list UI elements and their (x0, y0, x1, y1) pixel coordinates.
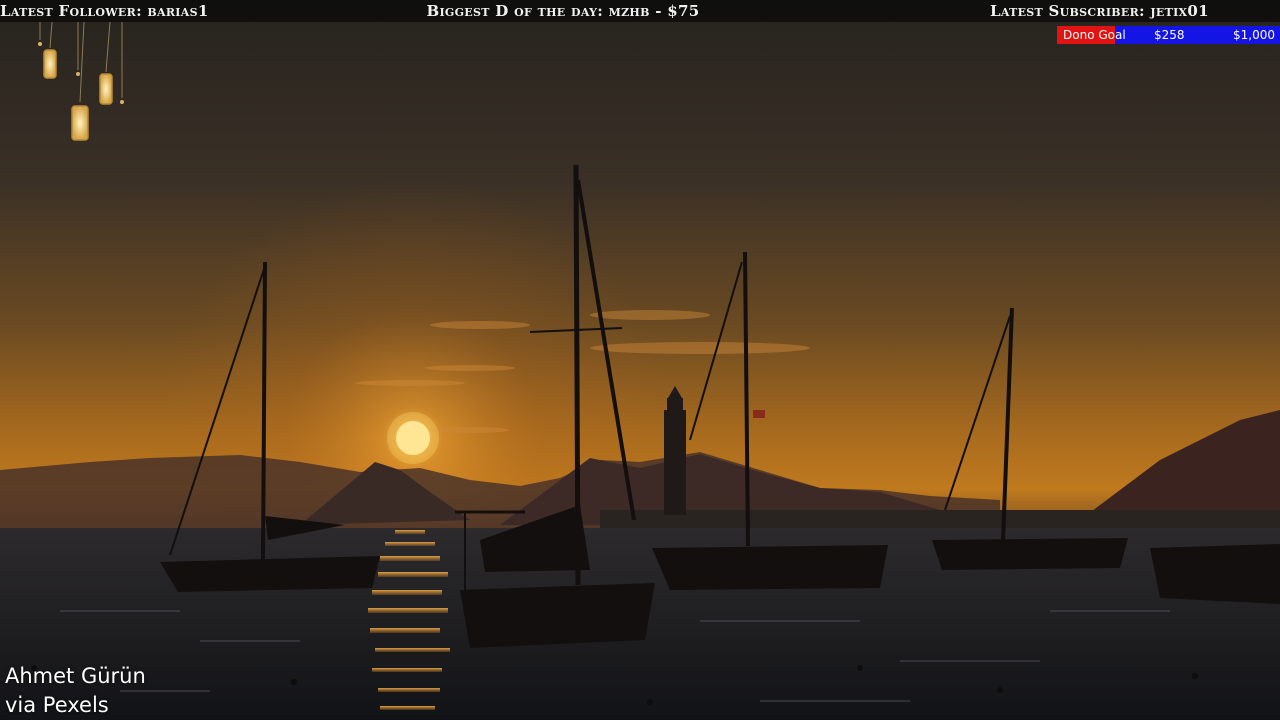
donation-goal-bar: Dono Goal $258 $1,000 (1057, 26, 1280, 44)
biggest-donation-text: Biggest D of the day: mzhb - $75 (426, 2, 700, 20)
latest-subscriber-text: Latest Subscriber: jetix01 (990, 2, 1209, 20)
stream-info-bar: Latest Follower: barias1 Biggest D of th… (0, 0, 1280, 22)
donation-goal-label: Dono Goal (1063, 28, 1126, 42)
background-sunset-scene (0, 0, 1280, 720)
photo-credit-source: via Pexels (5, 693, 109, 717)
photo-credit: Ahmet Gürün via Pexels (5, 662, 146, 720)
donation-goal-current: $258 (1154, 28, 1185, 42)
donation-goal-target: $1,000 (1233, 28, 1275, 42)
photo-credit-author: Ahmet Gürün (5, 664, 146, 688)
